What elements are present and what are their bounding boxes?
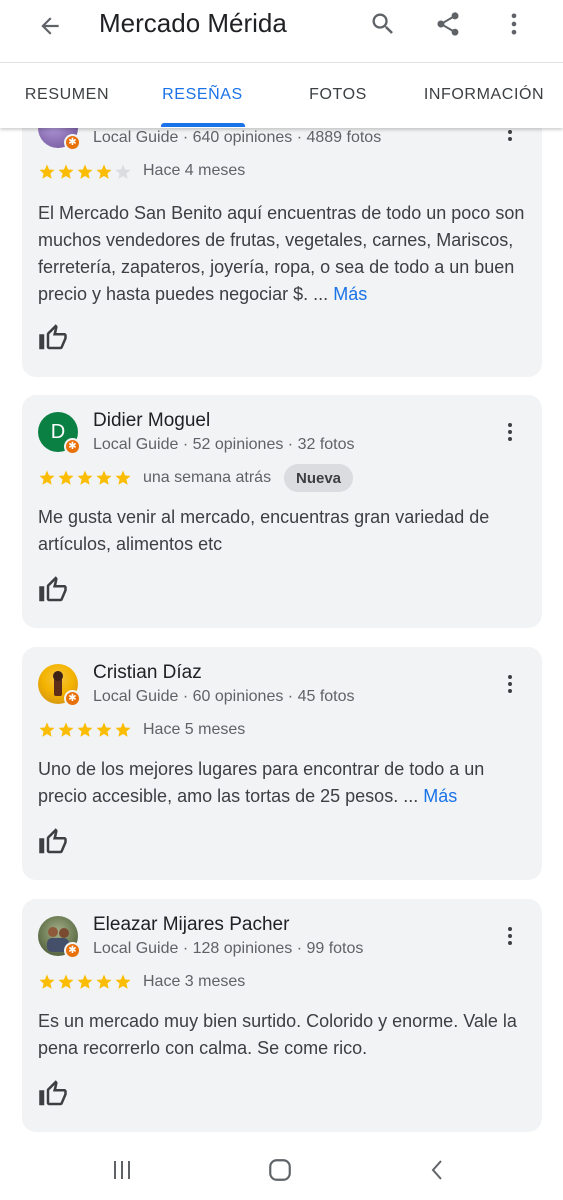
tab-resenas[interactable]: RESEÑAS <box>150 63 255 127</box>
star-filled-icon <box>96 164 112 179</box>
avatar[interactable]: ✱ <box>38 916 81 959</box>
more-vert-icon[interactable] <box>494 4 534 44</box>
search-icon[interactable] <box>363 4 403 44</box>
review-body: Es un mercado muy bien surtido. Colorido… <box>38 1011 517 1058</box>
review-body: El Mercado San Benito aquí encuentras de… <box>38 203 525 304</box>
star-rating <box>38 469 132 487</box>
review-text: El Mercado San Benito aquí encuentras de… <box>38 200 530 308</box>
star-filled-icon <box>77 470 93 485</box>
review-date: una semana atrás <box>143 469 272 486</box>
review-more-icon[interactable] <box>498 666 522 702</box>
review-text: Uno de los mejores lugares para encontra… <box>38 756 530 810</box>
star-filled-icon <box>77 974 93 989</box>
star-filled-icon <box>96 470 112 485</box>
star-filled-icon <box>39 974 55 989</box>
thumb-up-icon[interactable] <box>38 323 68 353</box>
nav-back-icon[interactable] <box>418 1152 458 1188</box>
star-empty-icon <box>115 164 131 179</box>
review-card: ✱ Local Guide · 640 opiniones · 4889 fot… <box>22 96 542 377</box>
star-rating <box>38 721 132 739</box>
review-text: Me gusta venir al mercado, encuentras gr… <box>38 504 530 558</box>
tab-bar: RESUMEN RESEÑAS FOTOS INFORMACIÓN <box>0 62 563 128</box>
page-title: Mercado Mérida <box>99 8 287 38</box>
review-author-meta: Local Guide · 52 opiniones · 32 fotos <box>93 436 355 453</box>
review-author-name[interactable]: Cristian Díaz <box>93 662 202 684</box>
star-filled-icon <box>96 974 112 989</box>
star-filled-icon <box>58 722 74 737</box>
review-date: Hace 5 meses <box>143 721 246 738</box>
review-more-icon[interactable] <box>498 414 522 450</box>
app-bar: Mercado Mérida <box>0 0 563 62</box>
local-guide-badge-icon: ✱ <box>64 134 81 151</box>
review-body: Me gusta venir al mercado, encuentras gr… <box>38 507 490 554</box>
star-filled-icon <box>58 470 74 485</box>
review-date: Hace 4 meses <box>143 162 246 179</box>
read-more-link[interactable]: Más <box>333 284 367 304</box>
new-badge: Nueva <box>284 464 354 492</box>
review-author-name[interactable]: Didier Moguel <box>93 410 210 432</box>
thumb-up-icon[interactable] <box>38 827 68 857</box>
star-filled-icon <box>58 164 74 179</box>
recents-icon[interactable] <box>102 1152 142 1188</box>
review-author-meta: Local Guide · 60 opiniones · 45 fotos <box>93 688 355 705</box>
review-text: Es un mercado muy bien surtido. Colorido… <box>38 1008 530 1062</box>
star-filled-icon <box>96 722 112 737</box>
star-filled-icon <box>39 164 55 179</box>
review-author-meta: Local Guide · 128 opiniones · 99 fotos <box>93 940 364 957</box>
local-guide-badge-icon: ✱ <box>64 438 81 455</box>
local-guide-badge-icon: ✱ <box>64 942 81 959</box>
star-filled-icon <box>77 164 93 179</box>
thumb-up-icon[interactable] <box>38 575 68 605</box>
arrow-back-icon[interactable] <box>30 6 70 46</box>
review-author-name[interactable]: Eleazar Mijares Pacher <box>93 914 289 936</box>
star-filled-icon <box>115 722 131 737</box>
tab-selected-indicator <box>161 123 245 127</box>
tab-resumen[interactable]: RESUMEN <box>0 63 134 127</box>
avatar[interactable]: ✱ <box>38 664 81 707</box>
star-filled-icon <box>58 974 74 989</box>
star-filled-icon <box>39 722 55 737</box>
star-rating <box>38 973 132 991</box>
review-author-meta: Local Guide · 640 opiniones · 4889 fotos <box>93 129 382 146</box>
system-nav-bar <box>0 1140 563 1200</box>
star-filled-icon <box>115 470 131 485</box>
avatar[interactable]: D ✱ <box>38 412 81 455</box>
thumb-up-icon[interactable] <box>38 1079 68 1109</box>
review-more-icon[interactable] <box>498 918 522 954</box>
review-card: ✱ Cristian Díaz Local Guide · 60 opinion… <box>22 647 542 880</box>
star-filled-icon <box>39 470 55 485</box>
star-rating <box>38 163 132 181</box>
read-more-link[interactable]: Más <box>423 786 457 806</box>
tab-fotos[interactable]: FOTOS <box>290 63 386 127</box>
home-icon[interactable] <box>260 1152 300 1188</box>
share-icon[interactable] <box>428 4 468 44</box>
local-guide-badge-icon: ✱ <box>64 690 81 707</box>
review-card: D ✱ Didier Moguel Local Guide · 52 opini… <box>22 395 542 628</box>
star-filled-icon <box>77 722 93 737</box>
star-filled-icon <box>115 974 131 989</box>
review-date: Hace 3 meses <box>143 973 246 990</box>
review-body: Uno de los mejores lugares para encontra… <box>38 759 485 806</box>
tab-informacion[interactable]: INFORMACIÓN <box>418 63 550 127</box>
review-card: ✱ Eleazar Mijares Pacher Local Guide · 1… <box>22 899 542 1132</box>
